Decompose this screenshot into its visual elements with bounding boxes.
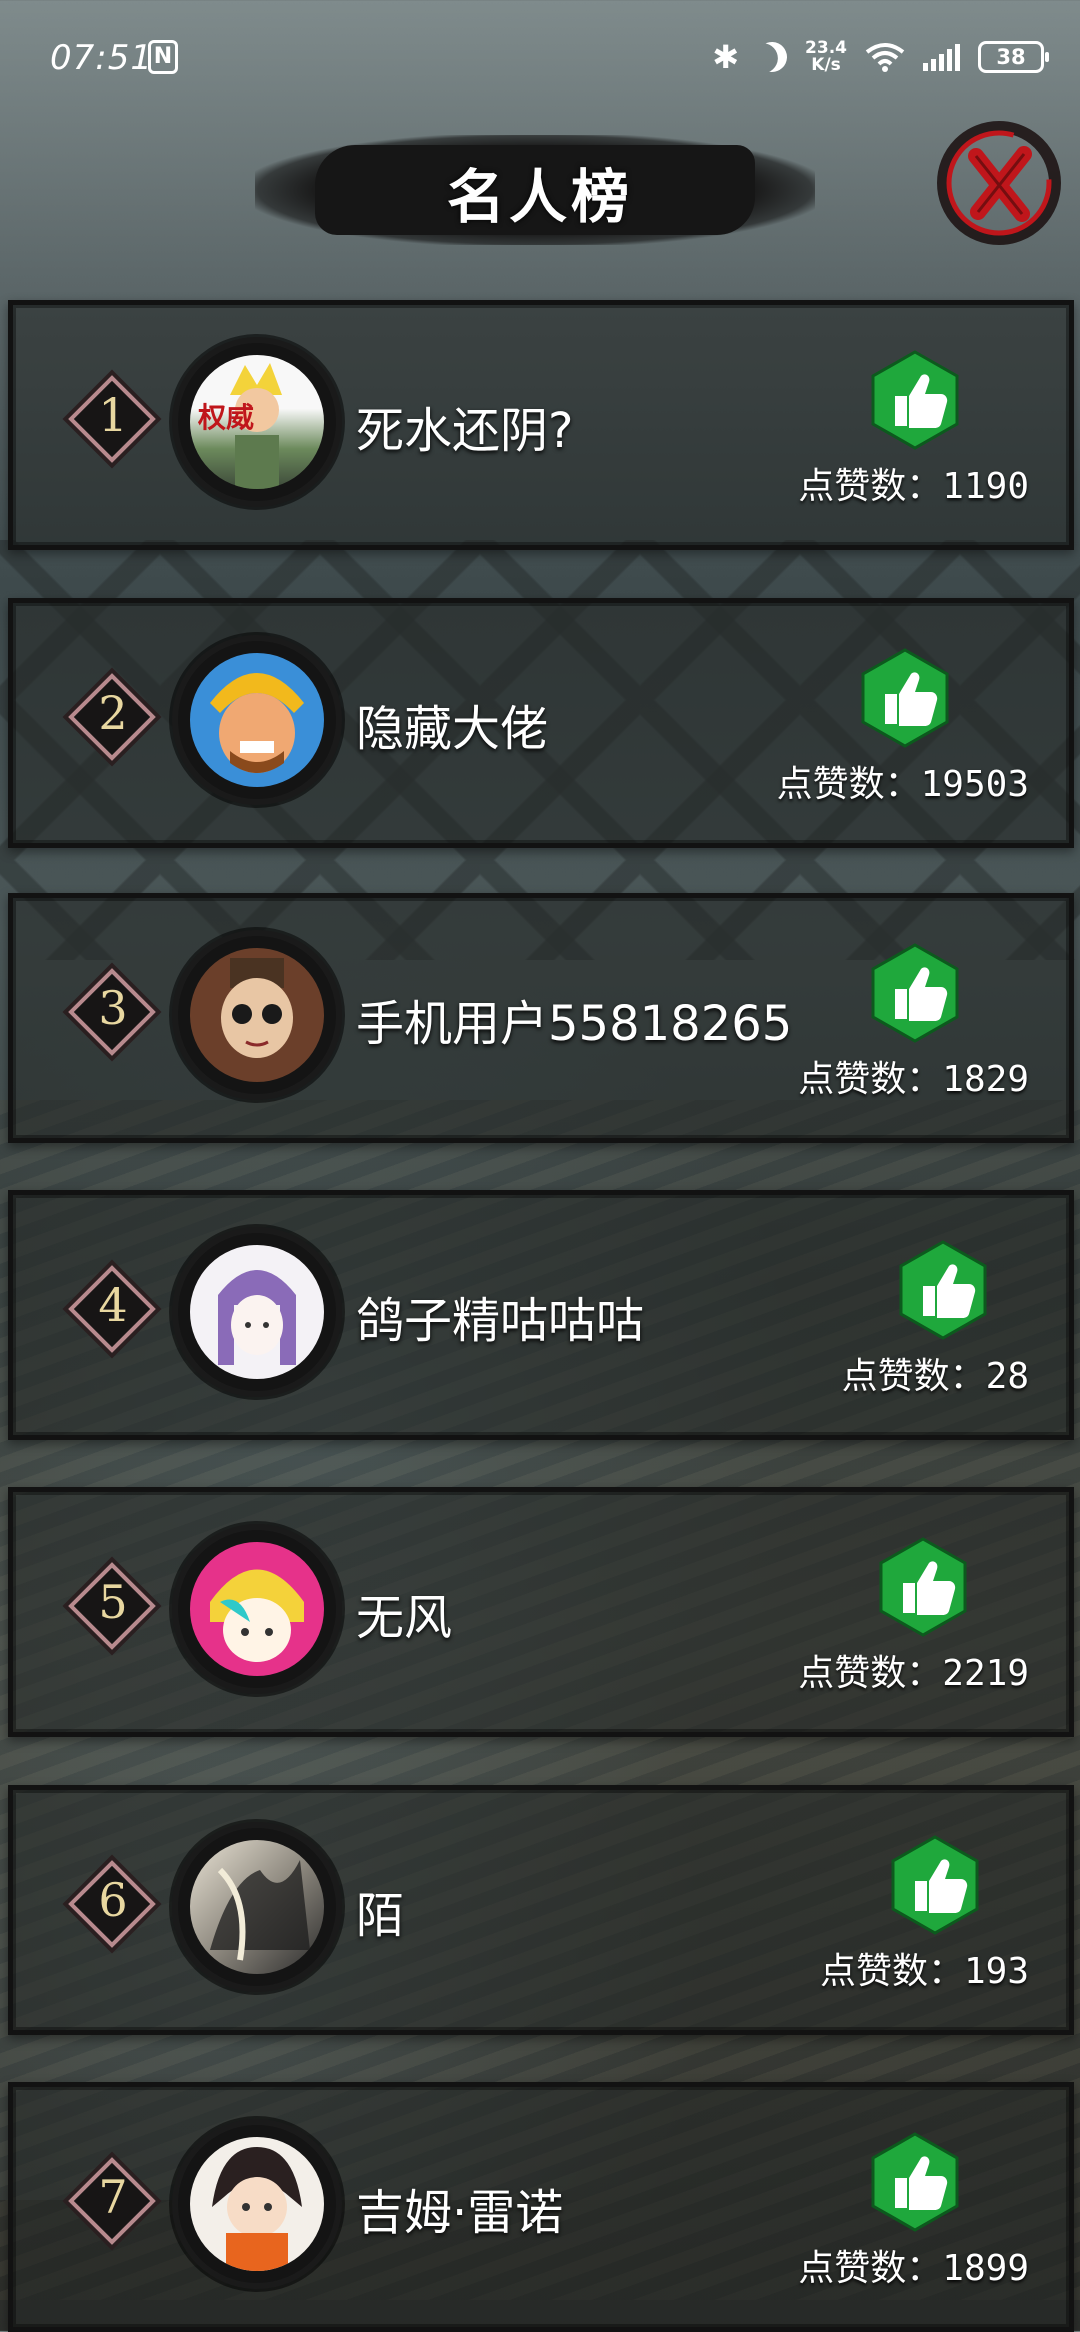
like-button[interactable] [889, 1835, 981, 1935]
like-count-label: 点赞数： [776, 764, 921, 805]
avatar[interactable] [178, 936, 336, 1094]
avatar-stamp: 权威 [197, 401, 254, 434]
avatar-cartoon-image [210, 1569, 304, 1662]
thumbs-up-icon [871, 2132, 959, 2232]
rank-badge: 4 [68, 1265, 156, 1353]
rank-badge: 7 [68, 2157, 156, 2245]
like-button[interactable] [897, 1240, 989, 1340]
like-count: 点赞数：28 [842, 1347, 1029, 1399]
avatar[interactable] [178, 1828, 336, 1986]
leaderboard-row: 1 权威 死水还阴? 点赞数：1190 [8, 300, 1074, 550]
avatar[interactable] [178, 1530, 336, 1688]
thumbs-up-icon [871, 350, 959, 450]
rank-number: 1 [98, 388, 128, 442]
player-name: 陌 [356, 1888, 405, 1944]
like-count-label: 点赞数： [819, 1951, 964, 1992]
avatar[interactable] [178, 1233, 336, 1391]
leaderboard-row: 5 无风 点赞数：2219 [8, 1487, 1074, 1737]
like-count-value: 1829 [942, 1059, 1029, 1100]
rank-number: 5 [98, 1575, 128, 1629]
leaderboard-row: 2 隐藏大佬 点赞数：19503 [8, 598, 1074, 848]
thumbs-up-icon [899, 1240, 987, 1340]
rank-number: 6 [98, 1873, 128, 1927]
thumbs-up-icon [861, 648, 949, 748]
leaderboard-row: 3 手机用户55818265 点赞数：1829 [8, 893, 1074, 1143]
avatar[interactable] [178, 2125, 336, 2283]
rank-badge: 2 [68, 673, 156, 761]
avatar[interactable] [178, 641, 336, 799]
thumbs-up-icon [879, 1537, 967, 1637]
like-button[interactable] [869, 2132, 961, 2232]
like-button[interactable] [869, 350, 961, 450]
like-count: 点赞数：2219 [798, 1644, 1029, 1696]
like-count-label: 点赞数： [798, 466, 943, 507]
player-name: 无风 [356, 1590, 453, 1646]
leaderboard-list: 1 权威 死水还阴? 点赞数：1190 2 隐藏大佬 点赞数：19503 3 手… [0, 0, 1080, 2332]
like-count: 点赞数：193 [820, 1942, 1029, 1994]
rank-badge: 6 [68, 1860, 156, 1948]
avatar-doll-image [221, 958, 293, 1058]
avatar[interactable]: 权威 [178, 343, 336, 501]
like-count-value: 28 [985, 1356, 1029, 1397]
thumbs-up-icon [871, 943, 959, 1043]
rank-number: 2 [98, 686, 128, 740]
leaderboard-row: 6 陌 点赞数：193 [8, 1785, 1074, 2035]
rank-number: 4 [98, 1278, 128, 1332]
like-count-label: 点赞数： [798, 1059, 943, 1100]
avatar-ink-image [210, 1860, 310, 1961]
like-button[interactable] [877, 1537, 969, 1637]
like-count-value: 19503 [920, 764, 1029, 805]
leaderboard-row: 7 吉姆·雷诺 点赞数：1899 [8, 2082, 1074, 2332]
like-count-label: 点赞数： [798, 1653, 943, 1694]
avatar-ninja-image: 权威 [197, 363, 282, 489]
like-count-value: 2219 [942, 1653, 1029, 1694]
leaderboard-row: 4 鸽子精咕咕咕 点赞数：28 [8, 1190, 1074, 1440]
thumbs-up-icon [891, 1835, 979, 1935]
like-count-value: 193 [963, 1951, 1029, 1992]
like-count-label: 点赞数： [798, 2248, 943, 2289]
avatar-chibi-image [212, 2147, 302, 2271]
player-name: 隐藏大佬 [356, 701, 549, 757]
rank-number: 7 [98, 2170, 128, 2224]
rank-badge: 5 [68, 1562, 156, 1650]
like-count: 点赞数：1899 [798, 2239, 1029, 2291]
like-count-value: 1190 [942, 466, 1029, 507]
like-count: 点赞数：19503 [777, 755, 1029, 807]
player-name: 死水还阴? [356, 403, 574, 459]
rank-badge: 3 [68, 968, 156, 1056]
player-name: 手机用户55818265 [356, 996, 793, 1052]
rank-number: 3 [98, 981, 128, 1035]
like-count-value: 1899 [942, 2248, 1029, 2289]
avatar-barbarian-image [210, 673, 304, 773]
like-count-label: 点赞数： [841, 1356, 986, 1397]
rank-badge: 1 [68, 375, 156, 463]
avatar-anime-girl-image [218, 1270, 296, 1365]
like-button[interactable] [859, 648, 951, 748]
like-count: 点赞数：1829 [798, 1050, 1029, 1102]
player-name: 鸽子精咕咕咕 [356, 1293, 645, 1349]
like-button[interactable] [869, 943, 961, 1043]
player-name: 吉姆·雷诺 [356, 2185, 564, 2241]
like-count: 点赞数：1190 [798, 457, 1029, 509]
